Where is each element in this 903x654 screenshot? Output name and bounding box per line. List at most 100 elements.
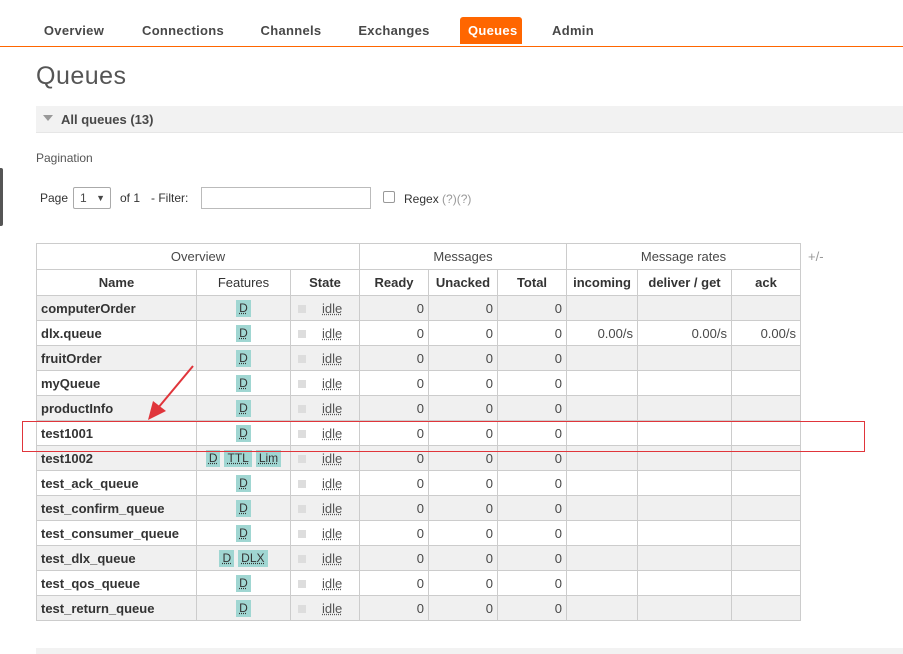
deliver-get-rate [637, 595, 732, 621]
pagination-label: Pagination [36, 151, 93, 165]
deliver-get-rate [637, 495, 732, 521]
queue-name-link[interactable]: test_consumer_queue [36, 520, 197, 546]
total-count: 0 [497, 370, 567, 396]
section-title: All queues (13) [61, 112, 154, 127]
deliver-get-rate [637, 420, 732, 446]
deliver-get-rate [637, 570, 732, 596]
nav-tab-admin[interactable]: Admin [544, 17, 602, 44]
feature-chip[interactable]: D [236, 374, 251, 392]
total-count: 0 [497, 345, 567, 371]
columns-toggle-link[interactable]: +/- [808, 249, 824, 264]
feature-chip[interactable]: D [236, 524, 251, 542]
queue-name-link[interactable]: test_qos_queue [36, 570, 197, 596]
total-count: 0 [497, 420, 567, 446]
feature-chip[interactable]: D [236, 399, 251, 417]
deliver-get-rate [637, 445, 732, 471]
ready-count: 0 [359, 595, 429, 621]
unacked-count: 0 [428, 370, 498, 396]
ack-rate [731, 445, 801, 471]
table-row: dlx.queue Didle 0 0 0 0.00/s 0.00/s 0.00/s [36, 320, 801, 346]
column-header-ready[interactable]: Ready [359, 269, 429, 296]
queue-state-cell: idle [290, 295, 360, 321]
page-select[interactable]: 1 ▼ [73, 187, 111, 209]
feature-chip[interactable]: D [236, 499, 251, 517]
feature-chip[interactable]: D [236, 299, 251, 317]
queue-state-text: idle [322, 350, 343, 366]
queue-state-cell: idle [290, 420, 360, 446]
column-header-unacked[interactable]: Unacked [428, 269, 498, 296]
deliver-get-rate [637, 520, 732, 546]
feature-chip[interactable]: D [219, 549, 235, 567]
regex-help-link[interactable]: (?)(?) [442, 192, 471, 206]
queue-name-link[interactable]: test1002 [36, 445, 197, 471]
regex-label-group: Regex (?)(?) [404, 187, 471, 209]
queue-name-link[interactable]: myQueue [36, 370, 197, 396]
table-row: productInfo Didle 0 0 0 [36, 395, 801, 421]
ready-count: 0 [359, 420, 429, 446]
deliver-get-rate [637, 470, 732, 496]
queue-name-link[interactable]: test_confirm_queue [36, 495, 197, 521]
queue-name-link[interactable]: test_return_queue [36, 595, 197, 621]
queue-state-cell: idle [290, 595, 360, 621]
table-row: test_consumer_queue Didle 0 0 0 [36, 520, 801, 546]
state-indicator-icon [298, 580, 306, 589]
column-header-total[interactable]: Total [497, 269, 567, 296]
queue-features-cell: D [196, 345, 291, 371]
table-row: test1002 D TTL Lim idle 0 0 0 [36, 445, 801, 471]
queue-state-text: idle [322, 550, 343, 566]
feature-chip[interactable]: D [236, 599, 251, 617]
collapse-triangle-icon[interactable] [43, 115, 53, 121]
ready-count: 0 [359, 570, 429, 596]
feature-chip[interactable]: D [236, 349, 251, 367]
column-header-state[interactable]: State [290, 269, 360, 296]
queue-name-link[interactable]: test_dlx_queue [36, 545, 197, 571]
filter-input[interactable] [201, 187, 371, 209]
queue-name-link[interactable]: productInfo [36, 395, 197, 421]
nav-tab-connections[interactable]: Connections [134, 17, 232, 44]
column-header-deliver-get[interactable]: deliver / get [637, 269, 732, 296]
nav-tab-queues[interactable]: Queues [460, 17, 522, 44]
feature-chip[interactable]: D [236, 474, 251, 492]
page-select-value: 1 [80, 191, 87, 205]
feature-chip[interactable]: D [236, 424, 251, 442]
ack-rate [731, 395, 801, 421]
column-header-name[interactable]: Name [36, 269, 197, 296]
incoming-rate [566, 545, 638, 571]
queue-name-link[interactable]: test1001 [36, 420, 197, 446]
feature-chip[interactable]: Lim [255, 449, 282, 467]
state-indicator-icon [298, 330, 306, 339]
column-header-ack[interactable]: ack [731, 269, 801, 296]
queue-state-cell: idle [290, 320, 360, 346]
queue-state-text: idle [322, 425, 343, 441]
feature-chip[interactable]: D [236, 324, 251, 342]
unacked-count: 0 [428, 495, 498, 521]
queue-name-link[interactable]: computerOrder [36, 295, 197, 321]
ready-count: 0 [359, 320, 429, 346]
ack-rate [731, 595, 801, 621]
feature-chip[interactable]: D [236, 574, 251, 592]
nav-tab-channels[interactable]: Channels [252, 17, 330, 44]
regex-checkbox[interactable] [383, 191, 395, 203]
queue-name-link[interactable]: fruitOrder [36, 345, 197, 371]
group-header-message-rates: Message rates [566, 243, 801, 270]
feature-chip[interactable]: TTL [224, 449, 252, 467]
state-indicator-icon [298, 355, 306, 364]
feature-chip[interactable]: DLX [238, 549, 268, 567]
feature-chip[interactable]: D [205, 449, 221, 467]
incoming-rate [566, 470, 638, 496]
nav-tab-overview[interactable]: Overview [34, 17, 114, 44]
table-row: test1001 Didle 0 0 0 [36, 420, 801, 446]
unacked-count: 0 [428, 345, 498, 371]
column-header-incoming[interactable]: incoming [566, 269, 638, 296]
queue-features-cell: D [196, 295, 291, 321]
nav-tab-exchanges[interactable]: Exchanges [350, 17, 438, 44]
page-label: Page [40, 191, 69, 205]
table-row: test_confirm_queue Didle 0 0 0 [36, 495, 801, 521]
all-queues-section-header[interactable]: All queues (13) [36, 106, 903, 133]
queue-name-link[interactable]: dlx.queue [36, 320, 197, 346]
queue-name-link[interactable]: test_ack_queue [36, 470, 197, 496]
top-nav: Overview Connections Channels Exchanges … [0, 0, 903, 47]
side-tab-handle[interactable] [0, 168, 3, 226]
page-title: Queues [36, 62, 127, 90]
ready-count: 0 [359, 470, 429, 496]
